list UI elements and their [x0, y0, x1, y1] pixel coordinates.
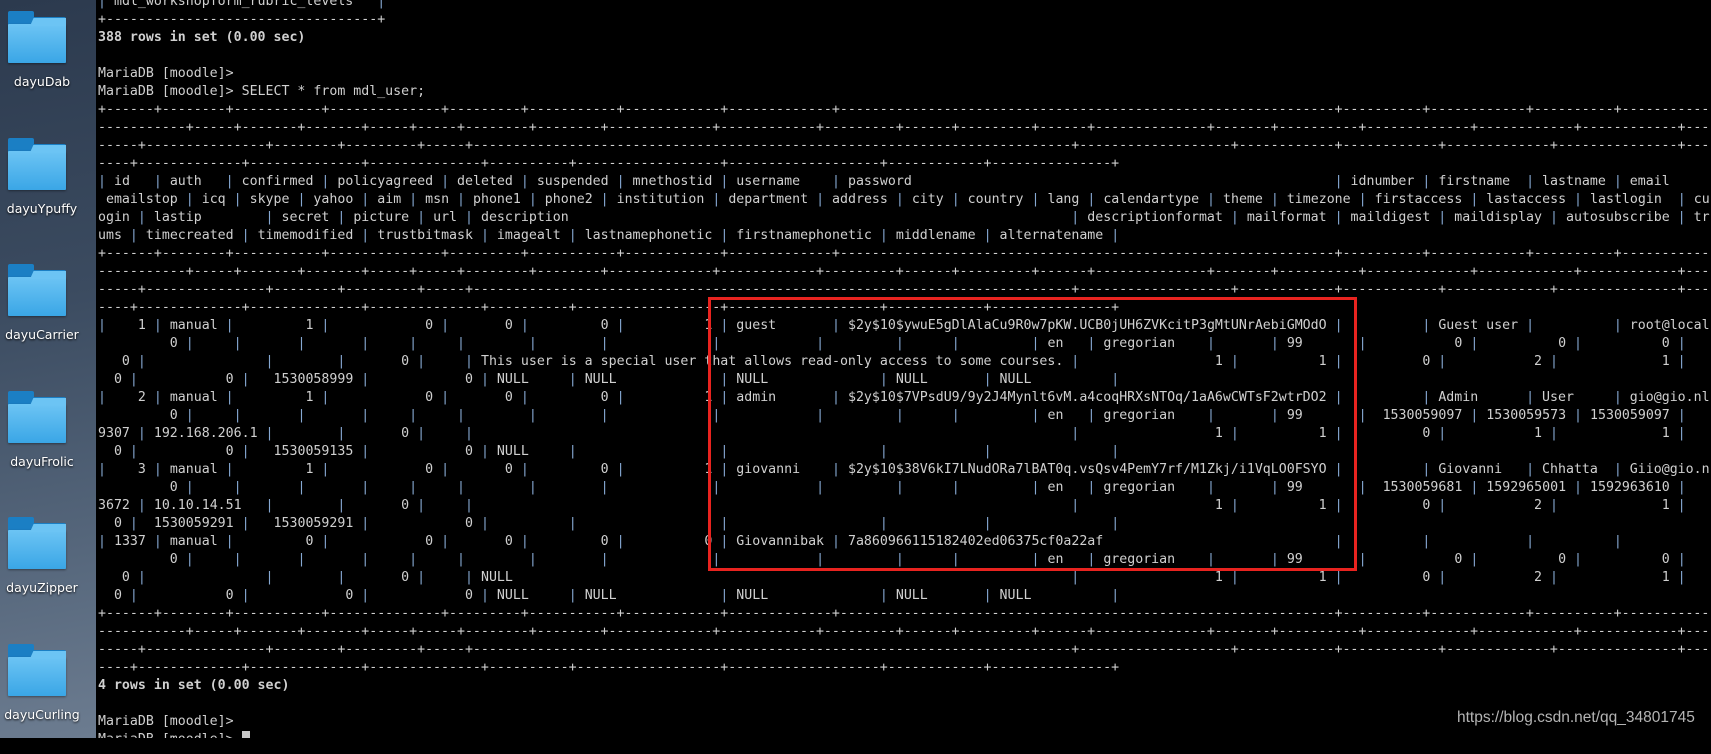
table-header-line: | id | auth | confirmed | policyagreed |… — [98, 174, 1670, 189]
folder-icon — [8, 643, 66, 696]
table-border: -----------+-----+-------+-------+-----+… — [98, 120, 1710, 135]
desktop-folder-dayuYpuffy[interactable]: dayuYpuffy — [0, 137, 96, 248]
folder-icon — [8, 11, 66, 63]
desktop-folder-dayuDab[interactable]: dayuDab — [0, 11, 96, 121]
table-border: ----+-------------+--------------+------… — [98, 660, 1120, 675]
folder-icon — [8, 137, 66, 190]
sql-query-line: MariaDB [moodle]> SELECT * from mdl_user… — [98, 84, 426, 99]
table-header-line: ogin | lastip | secret | picture | url |… — [98, 210, 1710, 225]
folder-icon — [8, 264, 66, 316]
table-border: -----------+-----+-------+-------+-----+… — [98, 264, 1710, 279]
table-header-line: emailstop | icq | skype | yahoo | aim | … — [98, 192, 1710, 207]
watermark: https://blog.csdn.net/qq_34801745 — [1457, 709, 1695, 726]
text-cursor — [241, 731, 250, 738]
previous-table-row: | mdl_workshopform_rubric_levels | — [98, 0, 386, 9]
desktop-folder-label: dayuCarrier — [5, 327, 79, 342]
prompt-line: MariaDB [moodle]> — [98, 66, 234, 81]
result-summary: 388 rows in set (0.00 sec) — [98, 30, 306, 45]
desktop-folder-label: dayuYpuffy — [6, 200, 78, 216]
table-header-line: ums | timecreated | timemodified | trust… — [98, 228, 1120, 243]
desktop-folder-dayuZipper[interactable]: dayuZipper — [0, 517, 96, 627]
table-row-user-Giovannibak: 0 | | | 0 | | NULL | 1 | 1 | 0 | 2 | 1 | — [98, 570, 1686, 585]
table-border: -----------+-----+-------+-------+-----+… — [98, 624, 1710, 639]
table-border: +------+--------+-----------+-----------… — [98, 102, 1710, 117]
table-border: -----+---------------+--------+---------… — [98, 138, 1710, 153]
table-border: ----+-------------+--------------+------… — [98, 156, 1120, 171]
folder-icon — [8, 517, 66, 569]
desktop-folder-dayuCarrier[interactable]: dayuCarrier — [0, 264, 96, 374]
folder-icon — [8, 390, 66, 443]
table-border: +------+--------+-----------+-----------… — [98, 246, 1710, 261]
desktop-sidebar: dayuDab dayuYpuffy dayuCarrier dayuFrolic da… — [0, 0, 96, 738]
desktop-folder-dayuCurling[interactable]: dayuCurling — [0, 643, 96, 754]
desktop-folder-label: dayuFrolic — [10, 453, 74, 469]
table-border: +------+--------+-----------+-----------… — [98, 606, 1710, 621]
desktop-folder-label: dayuCurling — [4, 706, 80, 722]
desktop-folder-label: dayuZipper — [6, 580, 78, 595]
table-border: -----+---------------+--------+---------… — [98, 642, 1710, 657]
desktop-folder-label: dayuDab — [13, 74, 71, 89]
result-summary: 4 rows in set (0.00 sec) — [98, 678, 290, 693]
table-row-user-Giovannibak: 0 | 0 | 0 | 0 | NULL | NULL | NULL | NUL… — [98, 588, 1120, 603]
desktop-folder-dayuFrolic[interactable]: dayuFrolic — [0, 390, 96, 501]
highlight-annotation-box — [708, 297, 1357, 571]
active-prompt-line: MariaDB [moodle]> — [98, 731, 1710, 738]
table-border: +----------------------------------+ — [98, 12, 386, 27]
